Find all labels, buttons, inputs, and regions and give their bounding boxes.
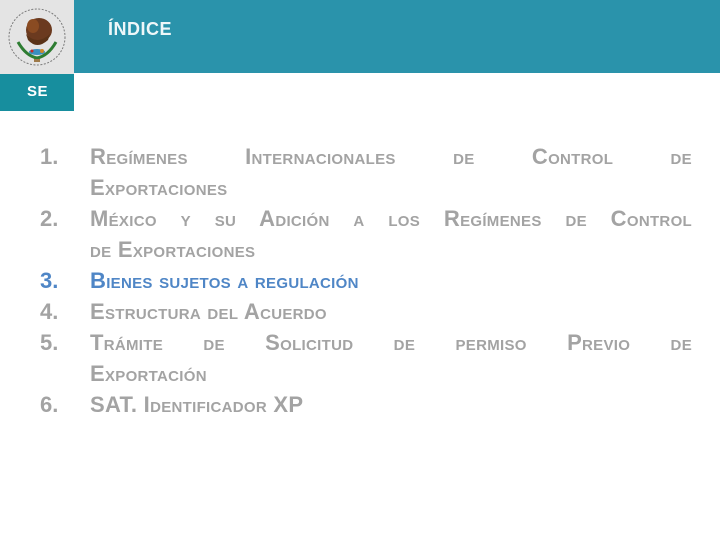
toc-item-number: 1. (40, 144, 59, 169)
toc-item-number: 4. (40, 299, 59, 324)
toc-item-text-continued: Exportaciones (90, 175, 228, 200)
toc-item-text: Trámite de Solicitud de permiso Previo d… (90, 330, 692, 355)
toc-item-text-continued: Exportación (90, 361, 207, 386)
toc-item[interactable]: 4. Estructura del Acuerdo (40, 296, 692, 327)
agency-label: SE (27, 83, 49, 100)
toc-item[interactable]: 6. SAT. Identificador XP (40, 389, 692, 420)
page-title: ÍNDICE (108, 19, 173, 39)
toc-item[interactable]: 1. Regímenes Internacionales de Control … (40, 141, 692, 203)
toc-item-text: Regímenes Internacionales de Control de (90, 144, 692, 169)
logo-area (0, 0, 74, 74)
toc-item-text: México y su Adición a los Regímenes de C… (90, 206, 692, 231)
table-of-contents: 1. Regímenes Internacionales de Control … (40, 141, 692, 420)
mexican-coat-of-arms-icon (8, 8, 66, 66)
toc-item-text: Bienes sujetos a regulación (90, 268, 359, 293)
title-band: ÍNDICE (74, 0, 720, 73)
toc-item-active[interactable]: 3. Bienes sujetos a regulación (40, 265, 692, 296)
toc-item[interactable]: 5. Trámite de Solicitud de permiso Previ… (40, 327, 692, 389)
toc-item[interactable]: 2. México y su Adición a los Regímenes d… (40, 203, 692, 265)
toc-item-text-continued: de Exportaciones (90, 237, 256, 262)
toc-item-text: Estructura del Acuerdo (90, 299, 327, 324)
toc-item-text: SAT. Identificador XP (90, 392, 304, 417)
toc-item-number: 3. (40, 268, 59, 293)
toc-item-number: 2. (40, 206, 59, 231)
toc-item-number: 5. (40, 330, 59, 355)
toc-item-number: 6. (40, 392, 59, 417)
agency-badge: SE (0, 74, 74, 111)
